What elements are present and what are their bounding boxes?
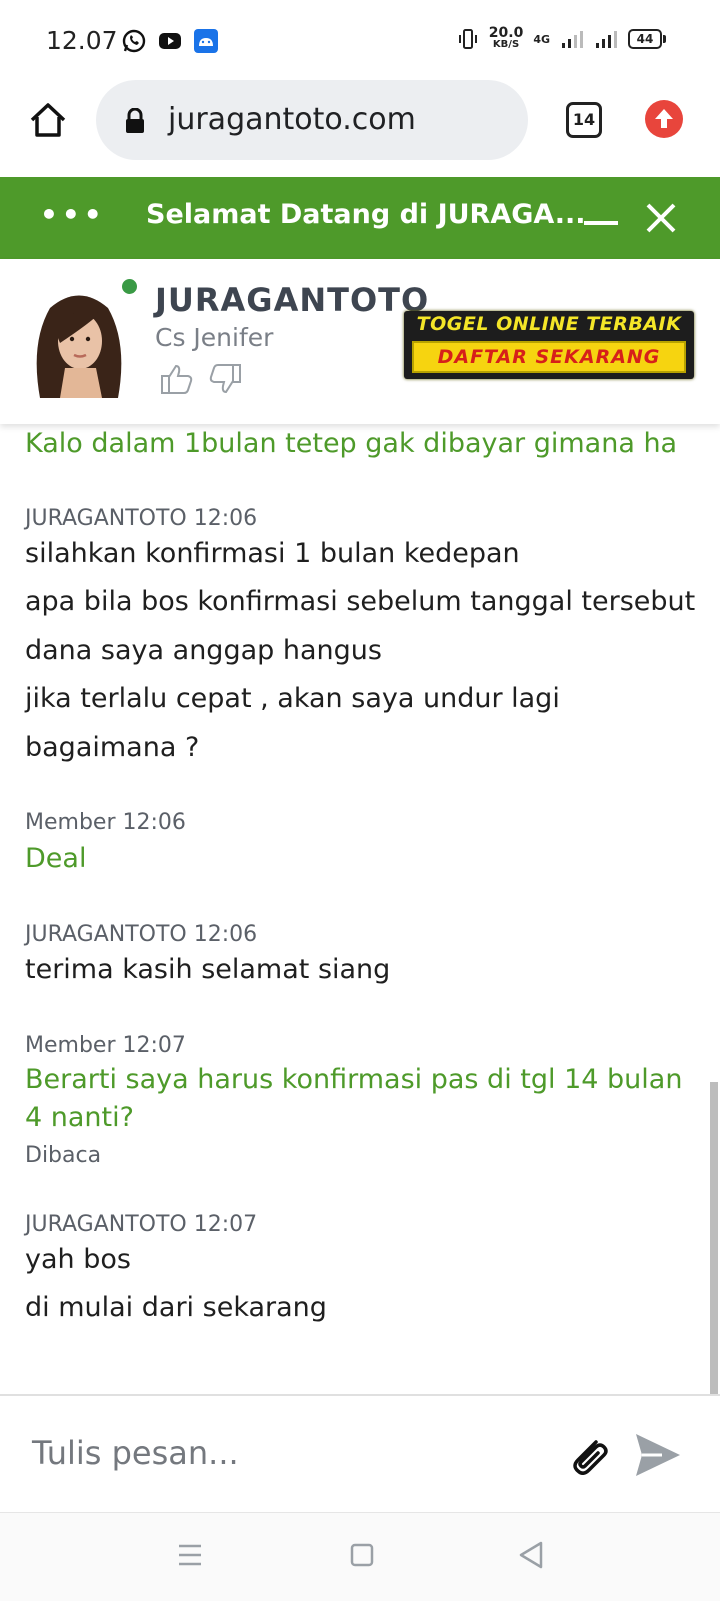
youtube-icon: [159, 33, 181, 49]
update-button[interactable]: [645, 100, 683, 138]
home-icon[interactable]: [28, 100, 68, 140]
promo-banner[interactable]: TOGEL ONLINE TERBAIK DAFTAR SEKARANG: [404, 311, 694, 379]
system-status: 20.0 KB/S 4G 44: [457, 26, 666, 50]
network-type: 4G: [533, 32, 550, 46]
agent-message-line: silahkan konfirmasi 1 bulan kedepan: [25, 538, 520, 569]
send-icon[interactable]: [632, 1430, 684, 1480]
banner-top-text: TOGEL ONLINE TERBAIK: [416, 313, 682, 335]
agent-name: JURAGANTOTO: [155, 281, 430, 319]
agent-avatar: [20, 283, 138, 398]
net-speed-unit: KB/S: [492, 39, 520, 50]
message-meta: JURAGANTOTO 12:06: [25, 506, 258, 531]
message-meta: JURAGANTOTO 12:06: [25, 922, 258, 947]
minimize-button[interactable]: [584, 221, 618, 225]
arrow-up-icon: [655, 109, 673, 128]
message-meta: Member 12:06: [25, 810, 186, 835]
android-app-icon: [194, 29, 218, 53]
thumbs-up-icon[interactable]: [160, 363, 194, 395]
signal-icon-2: [596, 31, 617, 48]
message-list[interactable]: Kalo dalam 1bulan tetep gak dibayar gima…: [0, 424, 720, 1394]
menu-icon[interactable]: [176, 1541, 204, 1569]
back-icon[interactable]: [516, 1539, 546, 1571]
banner-bottom-text: DAFTAR SEKARANG: [412, 341, 686, 373]
agent-message-line: jika terlalu cepat , akan saya undur lag…: [25, 683, 560, 714]
vibrate-icon: [458, 29, 477, 49]
agent-message-line: di mulai dari sekarang: [25, 1292, 327, 1323]
message-meta: JURAGANTOTO 12:07: [25, 1212, 258, 1237]
chat-header: ••• Selamat Datang di JURAGA...: [0, 177, 720, 259]
tab-switcher-button[interactable]: 14: [566, 102, 602, 138]
battery-indicator: 44: [628, 29, 666, 49]
more-options-icon[interactable]: •••: [40, 201, 106, 229]
agent-message-line: dana saya anggap hangus: [25, 635, 382, 666]
agent-card: JURAGANTOTO Cs Jenifer TOGEL ONLINE TERB…: [0, 259, 720, 424]
agent-message-line: yah bos: [25, 1244, 131, 1275]
message-meta: Member 12:07: [25, 1033, 186, 1058]
message-composer: Tulis pesan...: [0, 1394, 720, 1514]
url-text: juragantoto.com: [168, 102, 416, 137]
lock-icon: [126, 108, 144, 133]
online-status-indicator: [122, 279, 137, 294]
chat-title: Selamat Datang di JURAGA...: [146, 199, 586, 230]
home-nav-icon[interactable]: [348, 1541, 376, 1569]
thumbs-down-icon[interactable]: [208, 363, 242, 395]
agent-message-line: apa bila bos konfirmasi sebelum tanggal …: [25, 586, 696, 617]
agent-message: terima kasih selamat siang: [25, 954, 391, 985]
status-bar: 12.07 20.0 KB/S 4G 44: [0, 0, 720, 80]
whatsapp-icon: [122, 29, 146, 53]
message-input[interactable]: Tulis pesan...: [32, 1434, 239, 1472]
address-bar[interactable]: juragantoto.com: [96, 80, 528, 160]
paperclip-icon[interactable]: [566, 1434, 614, 1478]
notification-icons: [122, 29, 218, 53]
browser-toolbar: juragantoto.com 14: [0, 80, 720, 170]
signal-icon: [562, 31, 583, 48]
net-speed: 20.0 KB/S: [489, 26, 524, 50]
member-message-partial: Kalo dalam 1bulan tetep gak dibayar gima…: [25, 428, 678, 459]
agent-message-line: bagaimana ?: [25, 732, 200, 763]
agent-role: Cs Jenifer: [155, 323, 274, 352]
close-icon[interactable]: [644, 201, 678, 235]
read-receipt: Dibaca: [25, 1143, 102, 1168]
system-nav-bar: [0, 1512, 720, 1601]
member-message: Deal: [25, 843, 87, 874]
status-time: 12.07: [46, 26, 118, 55]
member-message: Berarti saya harus konfirmasi pas di tgl…: [25, 1064, 683, 1133]
